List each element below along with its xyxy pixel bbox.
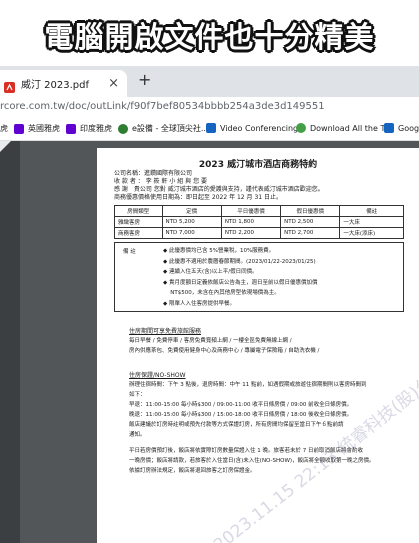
yahoo-icon [14,123,24,134]
pdf-sidebar [0,141,20,543]
services-text: 每日早餐 / 免費停車 / 客房免費寬頻上網 / 一樓全區免費無線上網 / 房內… [129,336,409,356]
table-header: 備註 [339,205,404,217]
paragraph-line: 平日若房價預訂後，飯店將依實際訂房數量保證入住 1 晚。旅客若未於 7 日前取消… [129,448,363,454]
url-text[interactable]: rcore.com.tw/doc/outLink/f90f7bef80534bb… [0,101,325,112]
bookmarks-bar: 虎 英國雅虎 印度雅虎 e設備 - 全球頂尖社... Video Confere… [0,119,419,141]
table-cell: NTD 7,000 [161,227,222,239]
notes-label: 備 註 [123,249,136,255]
company-line: 公司名稱：進鑽國際有限公司 [114,170,193,177]
table-cell: 一大床(添床) [339,227,404,239]
table-header-row: 房間類型 定價 平日優惠價 假日優惠價 備註 [114,205,404,217]
close-tab-icon[interactable]: × [108,76,119,91]
table-cell: NTD 2,200 [220,227,282,239]
pdf-icon [4,78,15,93]
table-header: 平日優惠價 [220,205,282,217]
bookmark-e-equipment[interactable]: e設備 - 全球頂尖社... [118,123,209,134]
guarantee-heading: 住房保證/NO-SHOW [129,372,186,379]
video-icon [206,123,216,133]
table-cell: NTD 5,200 [161,216,222,228]
tab-bar: 威汀 2023.pdf × [0,66,419,97]
table-cell: NTD 2,500 [280,216,341,228]
sidebar-corner-icon[interactable] [0,141,11,152]
bookmark-label: Google [398,123,419,133]
table-cell: 一大床 [339,216,404,228]
list-item: ◆ 貴月度額日定義依飯店公告為主，週日至前以假日優惠價加價 [163,279,318,286]
pdf-page: 2023 威汀城市酒店商務特約 公司名稱：進鑽國際有限公司 收 款 者 ： 李 … [97,148,419,543]
period-line: 商務優惠價格使用日期為：即日起至 2022 年 12 月 31 日止。 [114,194,282,201]
room-rate-table: 房間類型 定價 平日優惠價 假日優惠價 備註 雅緻客房 NTD 5,200 NT… [114,205,404,239]
bookmark-label: Download All the T... [310,123,393,133]
paragraph-line: 辦理住宿時間：下午 3 點後，退房時間：中午 11 點前，如遇假期或旅遊住宿期間… [129,382,367,388]
address-bar[interactable]: rcore.com.tw/doc/outLink/f90f7bef80534bb… [0,97,419,119]
table-cell: NTD 1,800 [220,216,282,228]
list-item: NT$500，未含在內其他房型依現場價為主。 [163,290,280,296]
bookmark-label: 虎 [0,124,8,133]
table-header: 定價 [161,205,222,217]
contact-line: 收 款 者 ： 李 筱 軒 小 組 與 您 要 [114,178,207,185]
bookmark-video-conferencing[interactable]: Video Conferencing... [206,123,306,133]
table-cell: NTD 2,700 [280,227,341,239]
bookmark-yahoo[interactable]: 虎 [0,123,8,134]
download-icon [296,123,306,133]
bookmark-uk-yahoo[interactable]: 英國雅虎 [14,123,60,134]
yahoo-icon [66,123,76,134]
bookmark-google[interactable]: Google [384,123,419,133]
paragraph-line: 一晚房價；飯店將請款，若旅客於入住當日(含)未入住(NO-SHOW)，飯店將全額… [129,458,375,464]
paragraph-line: 房內供應茶包、免費使用健身中心及商務中心 / 專屬電子保險箱 / 自助洗衣機 / [129,348,320,354]
tab-title: 威汀 2023.pdf [21,80,90,91]
leaf-icon [118,123,128,134]
paragraph-line: 早退：11:00-15:00 每小時$300 / 09:00-11:00 收平日… [129,402,353,408]
tab-pdf[interactable]: 威汀 2023.pdf × [0,70,127,97]
greeting-line: 感 謝 貴公司 您對 威汀城市酒店的愛護與支持，謹代表威汀城市酒店歡迎您。 [114,186,324,193]
table-header: 假日優惠價 [280,205,341,217]
google-icon [384,123,394,133]
table-cell: 雅緻客房 [114,216,163,228]
bookmark-india-yahoo[interactable]: 印度雅虎 [66,123,112,134]
table-header: 房間類型 [114,205,163,217]
bookmark-label: e設備 - 全球頂尖社... [132,124,209,133]
paragraph-line: 每日早餐 / 免費停車 / 客房免費寬頻上網 / 一樓全區免費無線上網 / [129,338,292,344]
paragraph-line: 如下： [129,392,146,398]
notes-list: ◆ 此優惠價均已含 5%營業稅，10%服務費。 ◆ 此優惠不適用於農曆春節期間。… [163,246,317,309]
list-item: ◆ 限單人入住客房提供早餐。 [163,300,235,307]
list-item: ◆ 此優惠不適用於農曆春節期間。(2023/01/22-2023/01/25) [163,258,316,265]
list-item: ◆ 連續入住五天(含)以上平/假日同價。 [163,269,258,275]
list-item: ◆ 此優惠價均已含 5%營業稅，10%服務費。 [163,248,275,254]
new-tab-button[interactable]: + [138,70,151,89]
bookmark-label: 英國雅虎 [28,124,60,133]
table-cell: 商務客房 [114,227,163,239]
paragraph-line: 依據訂房辦法規定，飯店將退回旅客之訂房保證金。 [129,468,256,474]
document-title: 2023 威汀城市酒店商務特約 [198,160,318,170]
table-row: 雅緻客房 NTD 5,200 NTD 1,800 NTD 2,500 一大床 [114,216,404,228]
services-heading: 住房期間可享免費旅館服務 [129,328,202,335]
bookmark-label: Video Conferencing... [220,123,306,133]
pdf-viewer[interactable]: 2023 威汀城市酒店商務特約 公司名稱：進鑽國際有限公司 收 款 者 ： 李 … [0,141,419,543]
bookmark-label: 印度雅虎 [80,124,112,133]
bookmark-download[interactable]: Download All the T... [296,123,392,133]
notes-box: 備 註 ◆ 此優惠價均已含 5%營業稅，10%服務費。 ◆ 此優惠不適用於農曆春… [114,242,404,312]
caption-banner: 電腦開啟文件也十分精美 [0,0,419,66]
caption-text: 電腦開啟文件也十分精美 [44,20,375,54]
table-row: 商務客房 NTD 7,000 NTD 2,200 NTD 2,700 一大床(添… [114,227,404,239]
